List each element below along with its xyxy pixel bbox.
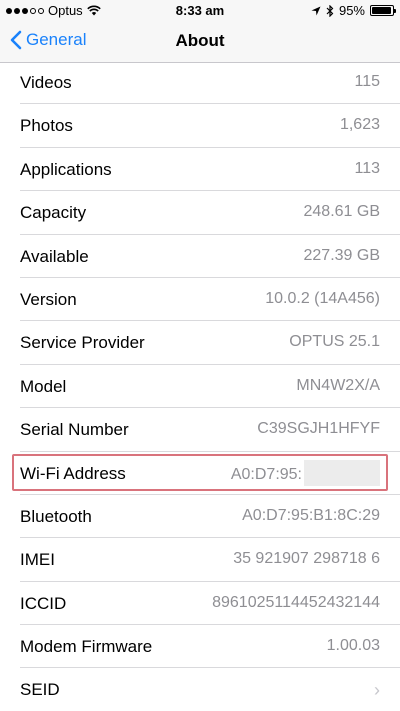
row-value: MN4W2X/A (296, 376, 380, 394)
battery-percent: 95% (338, 3, 365, 18)
row-value: OPTUS 25.1 (289, 333, 380, 351)
row-seid[interactable]: SEID › (0, 668, 400, 711)
row-value: 8961025114452432144 (212, 593, 380, 611)
row-label: Photos (20, 116, 73, 136)
row-iccid: ICCID 8961025114452432144 (0, 582, 400, 626)
row-label: Model (20, 376, 67, 396)
row-available: Available 227.39 GB (0, 235, 400, 279)
row-applications: Applications 113 (0, 148, 400, 192)
row-label: IMEI (20, 550, 55, 570)
navigation-bar: General About (0, 22, 400, 63)
row-value: C39SGJH1HFYF (257, 420, 380, 438)
about-screen: Optus 8:33 am 95% General About Videos 1… (0, 0, 400, 711)
about-list: Videos 115 Photos 1,623 Applications 113… (0, 61, 400, 711)
row-value: 10.0.2 (14A456) (265, 289, 380, 307)
row-label: Modem Firmware (20, 637, 153, 657)
disclosure-chevron-icon: › (374, 680, 380, 701)
location-arrow-icon (311, 6, 321, 15)
row-modem-firmware: Modem Firmware 1.00.03 (0, 625, 400, 669)
battery-icon (370, 5, 396, 16)
page-title: About (175, 31, 225, 50)
row-value: 115 (354, 73, 380, 90)
row-photos: Photos 1,623 (0, 104, 400, 149)
row-label: ICCID (20, 593, 67, 613)
row-value-wrapper: › (374, 680, 380, 701)
battery-fill (372, 7, 391, 14)
redacted-block (304, 459, 380, 486)
row-label: Version (20, 289, 77, 309)
row-label: Wi-Fi Address (20, 463, 126, 483)
row-value: 1.00.03 (326, 637, 380, 655)
row-wifi-address: Wi-Fi Address A0:D7:95: (0, 452, 400, 496)
row-value: 227.39 GB (303, 246, 381, 264)
row-label: SEID (20, 680, 60, 700)
row-model: Model MN4W2X/A (0, 365, 400, 409)
row-value-wrapper: A0:D7:95: (230, 459, 380, 486)
row-label: Available (20, 246, 89, 266)
row-imei: IMEI 35 921907 298718 6 (0, 538, 400, 583)
row-capacity: Capacity 248.61 GB (0, 191, 400, 235)
row-value: A0:D7:95:B1:8C:29 (242, 506, 380, 524)
row-value: A0:D7:95: (230, 465, 302, 483)
row-serial-number: Serial Number C39SGJH1HFYF (0, 408, 400, 452)
row-label: Capacity (20, 203, 87, 223)
bluetooth-icon (326, 4, 334, 17)
row-label: Applications (20, 159, 112, 179)
row-value: 1,623 (339, 116, 380, 134)
row-value: 35 921907 298718 6 (233, 550, 380, 568)
row-label: Serial Number (20, 420, 129, 440)
row-value: 248.61 GB (303, 203, 381, 221)
row-value: 113 (354, 159, 380, 177)
row-label: Service Provider (20, 333, 145, 353)
row-bluetooth: Bluetooth A0:D7:95:B1:8C:29 (0, 495, 400, 539)
status-bar-right: 95% (311, 3, 396, 18)
row-label: Videos (20, 73, 72, 92)
status-bar: Optus 8:33 am 95% (0, 0, 400, 22)
row-version: Version 10.0.2 (14A456) (0, 278, 400, 322)
row-label: Bluetooth (20, 506, 92, 526)
row-videos: Videos 115 (0, 61, 400, 105)
row-service-provider: Service Provider OPTUS 25.1 (0, 321, 400, 366)
